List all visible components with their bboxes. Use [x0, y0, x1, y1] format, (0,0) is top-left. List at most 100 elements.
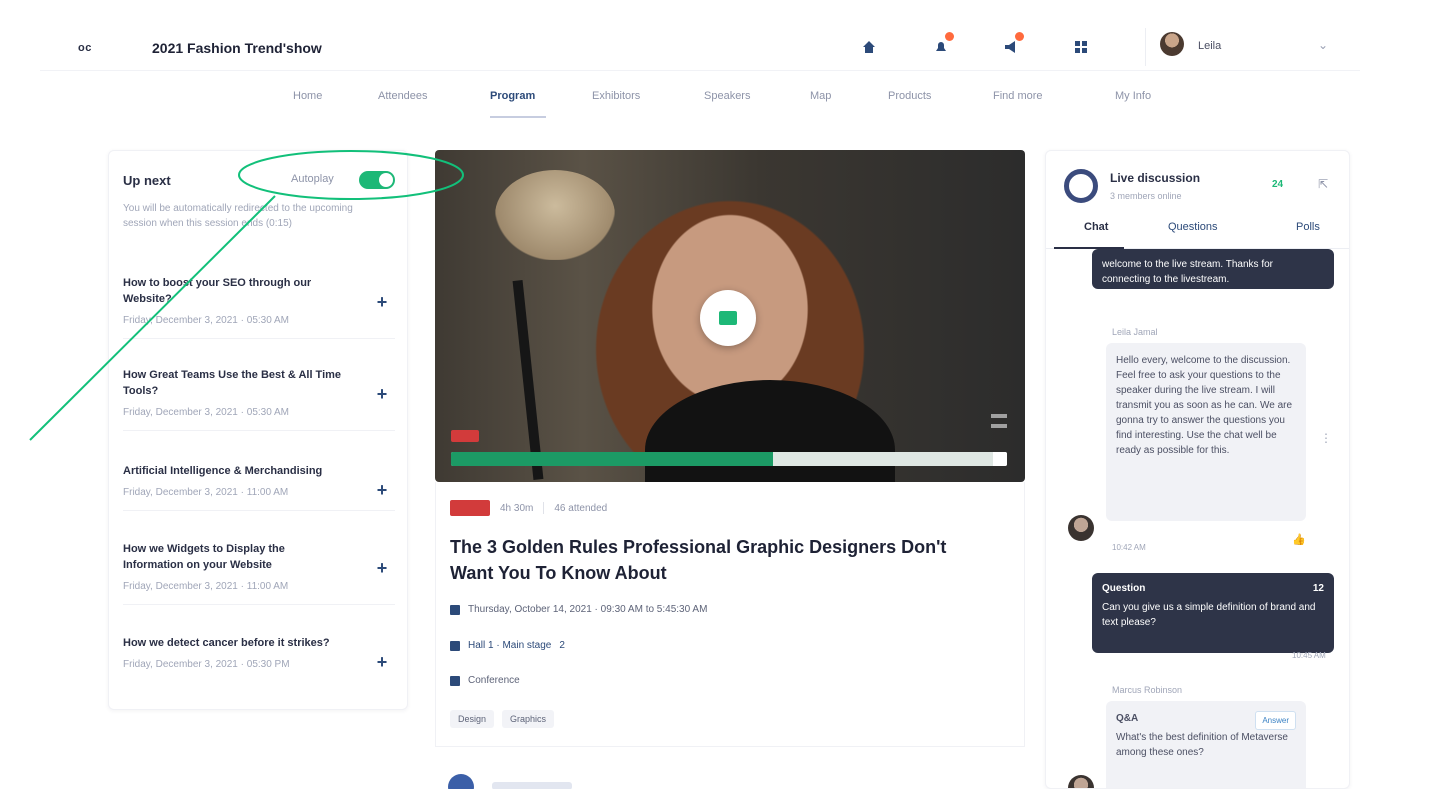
session-location-more[interactable]: 2 [559, 640, 565, 651]
chat-message: welcome to the live stream. Thanks for c… [1092, 249, 1334, 289]
reaction-icon[interactable]: 👍 [1292, 533, 1306, 546]
participants-count: 24 [1272, 179, 1284, 190]
session-item[interactable]: How Great Teams Use the Best & All Time … [123, 367, 395, 431]
add-to-agenda-icon[interactable]: + [373, 481, 391, 499]
message-author: Leila Jamal [1112, 327, 1158, 337]
header-divider-line [40, 70, 1360, 71]
event-title: 2021 Fashion Trend'show [152, 40, 322, 56]
session-title[interactable]: How to boost your SEO through our Websit… [123, 275, 345, 307]
chat-panel: Live discussion 3 members online 24 ⇱ Ch… [1045, 150, 1350, 789]
session-title[interactable]: Artificial Intelligence & Merchandising [123, 463, 345, 479]
session-title[interactable]: How we detect cancer before it strikes? [123, 635, 345, 651]
video-progress-bar[interactable] [451, 452, 1007, 466]
add-to-agenda-icon[interactable]: + [373, 559, 391, 577]
session-location-row: Hall 1 · Main stage 2 [450, 640, 565, 651]
video-controls[interactable] [991, 414, 1011, 444]
add-to-agenda-icon[interactable]: + [373, 653, 391, 671]
header-divider [1145, 28, 1146, 66]
question-label: Question [1102, 583, 1146, 594]
tag-divider [543, 502, 545, 514]
session-tags: 4h 30m 46 attended [450, 500, 607, 516]
nav-find-more[interactable]: Find more [993, 90, 1043, 102]
play-button[interactable] [700, 290, 756, 346]
session-attendance: 46 attended [554, 502, 608, 514]
track-icon [450, 675, 460, 686]
up-next-description: You will be automatically redirected to … [123, 203, 353, 229]
toggle-knob [379, 173, 393, 187]
session-title[interactable]: How we Widgets to Display the Informatio… [123, 541, 345, 573]
add-to-agenda-icon[interactable]: + [373, 293, 391, 311]
question-votes[interactable]: 12 [1313, 581, 1324, 596]
qa-message: Q&A What's the best definition of Metave… [1106, 701, 1306, 788]
session-date-row: Thursday, October 14, 2021 · 09:30 AM to… [450, 604, 707, 615]
session-location[interactable]: Hall 1 · Main stage [468, 640, 551, 651]
session-item[interactable]: Artificial Intelligence & Merchandising … [123, 463, 395, 511]
user-name[interactable]: Leila [1198, 40, 1221, 52]
session-duration: 4h 30m [500, 502, 534, 514]
chat-title: Live discussion [1110, 171, 1201, 185]
background-lamp [495, 170, 615, 260]
nav-active-underline [490, 116, 546, 118]
chevron-down-icon[interactable]: ⌄ [1318, 38, 1328, 52]
message-time: 10:45 AM [1292, 651, 1326, 660]
megaphone-badge [1015, 32, 1024, 41]
fullscreen-handle[interactable] [993, 452, 1007, 466]
nav-map[interactable]: Map [810, 90, 831, 102]
nav-program[interactable]: Program [490, 90, 535, 102]
more-options-icon[interactable]: ⋮ [1320, 431, 1332, 445]
nav-my-info[interactable]: My Info [1115, 90, 1151, 102]
tab-questions[interactable]: Questions [1168, 221, 1218, 233]
speaker-avatar[interactable] [448, 774, 474, 789]
tag-chip[interactable]: Graphics [502, 710, 555, 728]
question-message: Question 12 Can you give us a simple def… [1092, 573, 1334, 653]
location-icon [450, 640, 460, 651]
chat-tabs: Chat Questions Polls [1046, 219, 1349, 249]
notification-icon[interactable] [930, 32, 954, 58]
session-title[interactable]: How Great Teams Use the Best & All Time … [123, 367, 345, 399]
session-time: Friday, December 3, 2021 · 11:00 AM [123, 487, 289, 498]
tab-chat[interactable]: Chat [1084, 221, 1108, 233]
tab-polls[interactable]: Polls [1296, 221, 1320, 233]
nav-exhibitors[interactable]: Exhibitors [592, 90, 640, 102]
session-track: Conference [468, 675, 520, 686]
session-date: Thursday, October 14, 2021 · 09:30 AM to… [468, 604, 708, 615]
session-time: Friday, December 3, 2021 · 05:30 AM [123, 315, 290, 326]
session-chips: Design Graphics [450, 710, 555, 728]
qa-text: What's the best definition of Metaverse … [1116, 732, 1288, 758]
user-avatar[interactable] [1160, 32, 1184, 56]
question-header: Question 12 [1102, 581, 1324, 596]
chat-message: Hello every, welcome to the discussion. … [1106, 343, 1306, 521]
autoplay-toggle[interactable] [359, 171, 395, 189]
answer-badge: Answer [1255, 711, 1296, 730]
session-item[interactable]: How we detect cancer before it strikes? … [123, 635, 395, 682]
add-to-agenda-icon[interactable]: + [373, 385, 391, 403]
live-badge [450, 500, 490, 516]
grid-icon[interactable] [1070, 36, 1092, 58]
nav-products[interactable]: Products [888, 90, 931, 102]
chat-subtitle: 3 members online [1110, 191, 1182, 201]
discussion-avatar [1064, 169, 1098, 203]
user-avatar[interactable] [1068, 775, 1094, 788]
message-time: 10:42 AM [1112, 543, 1146, 552]
live-indicator [451, 430, 479, 442]
user-avatar[interactable] [1068, 515, 1094, 541]
notification-badge [945, 32, 954, 41]
home-icon[interactable] [858, 36, 880, 58]
session-track-row: Conference [450, 675, 520, 686]
app-logo[interactable]: oc [78, 42, 92, 54]
session-time: Friday, December 3, 2021 · 05:30 PM [123, 659, 290, 670]
session-item[interactable]: How to boost your SEO through our Websit… [123, 275, 395, 339]
video-player[interactable] [435, 150, 1025, 482]
qa-label: Q&A [1116, 713, 1139, 724]
nav-home[interactable]: Home [293, 90, 322, 102]
session-item[interactable]: How we Widgets to Display the Informatio… [123, 541, 395, 605]
megaphone-icon[interactable] [1000, 32, 1024, 58]
nav-attendees[interactable]: Attendees [378, 90, 428, 102]
session-time: Friday, December 3, 2021 · 11:00 AM [123, 581, 289, 592]
tag-chip[interactable]: Design [450, 710, 495, 728]
message-author: Marcus Robinson [1112, 685, 1183, 695]
nav-speakers[interactable]: Speakers [704, 90, 750, 102]
external-link-icon[interactable]: ⇱ [1318, 177, 1328, 191]
autoplay-label: Autoplay [291, 173, 334, 185]
session-detail: 4h 30m 46 attended The 3 Golden Rules Pr… [435, 482, 1025, 747]
